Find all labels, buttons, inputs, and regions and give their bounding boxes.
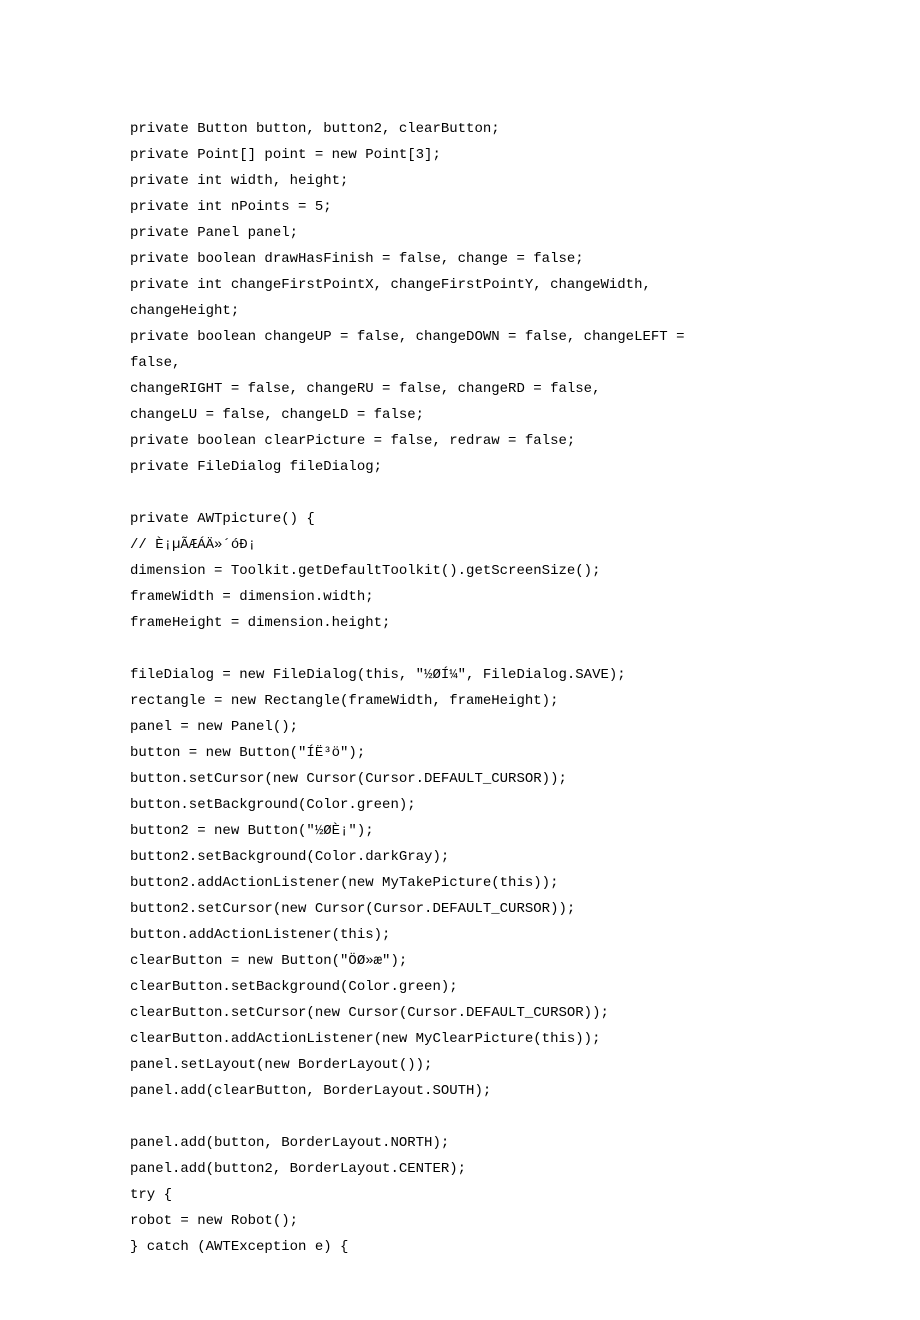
code-block: private Button button, button2, clearBut… bbox=[130, 116, 790, 1260]
code-document: private Button button, button2, clearBut… bbox=[0, 0, 920, 1320]
